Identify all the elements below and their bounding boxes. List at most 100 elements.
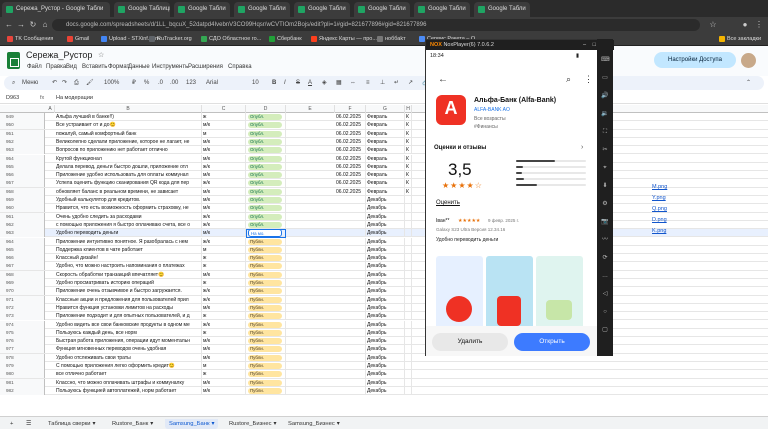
row-number[interactable]: 960 <box>0 204 45 213</box>
row-number[interactable]: 959 <box>0 196 45 204</box>
add-sheet-icon[interactable]: + <box>6 419 17 429</box>
cell-gender[interactable]: ж <box>202 328 246 337</box>
cell-month[interactable]: Декабрь <box>366 362 405 370</box>
developer-link[interactable]: ALFA-BANK AO <box>474 107 510 113</box>
cell-review-text[interactable]: Великолепно сделали приложение, которое … <box>55 137 202 146</box>
cell-gender[interactable]: ж <box>202 279 246 287</box>
shake-icon[interactable]: 〰 <box>601 237 609 243</box>
delete-button[interactable]: Удалить <box>432 333 508 351</box>
row-number[interactable]: 974 <box>0 320 45 329</box>
cell-date[interactable] <box>335 320 366 329</box>
cell-gender[interactable]: м/к <box>202 303 246 312</box>
cell-date[interactable] <box>335 204 366 213</box>
cell-month[interactable]: Декабрь <box>366 237 405 246</box>
bookmark-item[interactable]: Сбербанк <box>268 35 302 44</box>
cell-month[interactable]: Декабрь <box>366 353 405 362</box>
bookmark-item[interactable]: ноббаkт <box>376 35 406 44</box>
row-number[interactable]: 957 <box>0 179 45 188</box>
location-icon[interactable]: ⌖ <box>601 165 609 171</box>
cell-review-text[interactable]: Функция мгновенных переводов очень удобн… <box>55 345 202 354</box>
cell-review-text[interactable]: с помощью приложения я быстро оплачиваю … <box>55 220 202 229</box>
menu-search[interactable]: Меню <box>22 76 38 90</box>
zoom-select[interactable]: 100% <box>104 76 119 90</box>
cell-date[interactable]: 06.02.2025 <box>335 187 366 196</box>
cell-gender[interactable]: м/к <box>202 353 246 362</box>
cell-k[interactable] <box>405 279 412 287</box>
camera-icon[interactable]: 📷 <box>601 219 609 225</box>
cell-month[interactable]: Декабрь <box>366 204 405 213</box>
cell-date[interactable] <box>335 196 366 204</box>
cell-date[interactable]: 06.02.2025 <box>335 162 366 171</box>
cell-date[interactable] <box>335 337 366 346</box>
cell-k[interactable] <box>405 254 412 263</box>
cell-status[interactable]: Опубл. <box>246 212 286 221</box>
cell-date[interactable] <box>335 270 366 279</box>
file-link[interactable]: K.png <box>652 228 666 234</box>
cell-k[interactable] <box>405 320 412 329</box>
cell-date[interactable] <box>335 245 366 254</box>
address-bar[interactable]: docs.google.com/spreadsheets/d/1LL_bqcuX… <box>52 19 700 31</box>
column-header[interactable]: D <box>246 105 286 113</box>
cell-k[interactable] <box>405 303 412 312</box>
cell-k[interactable] <box>405 337 412 346</box>
cell-k[interactable] <box>405 378 412 387</box>
status-chip[interactable]: Публи. <box>248 346 282 353</box>
cell-status[interactable]: Опубл. <box>246 204 286 213</box>
avatar[interactable] <box>741 53 756 68</box>
cell-status[interactable]: Публи. <box>246 270 286 279</box>
cell-month[interactable]: Декабрь <box>366 212 405 221</box>
cell-status[interactable]: Публи. <box>246 370 286 379</box>
percent-icon[interactable]: % <box>144 76 149 90</box>
status-chip[interactable]: Публи. <box>248 371 282 378</box>
cell-review-text[interactable]: Приложение подходит и для опытных пользо… <box>55 312 202 321</box>
align-icon[interactable]: ≡ <box>366 76 370 90</box>
status-chip[interactable]: Публи. <box>248 263 282 270</box>
table-row[interactable]: 967 Удобно, что можно настроить напоминан… <box>0 262 768 271</box>
table-row[interactable]: 953 Вопросов по приложению нет работает о… <box>0 146 768 155</box>
cell-k[interactable] <box>405 353 412 362</box>
menu-item[interactable]: Файл <box>27 64 42 70</box>
row-number[interactable]: 965 <box>0 245 45 254</box>
cell-status[interactable]: Опубл. <box>246 171 286 180</box>
row-number[interactable]: 961 <box>0 212 45 221</box>
ratings-header[interactable]: Оценки и отзывы <box>434 145 486 151</box>
cell-date[interactable]: 06.02.2025 <box>335 171 366 180</box>
cell-status[interactable]: Опубл. <box>246 162 286 171</box>
strikethrough-icon[interactable]: S <box>296 76 300 90</box>
table-row[interactable]: 969 Удобно просматривать историю операций… <box>0 279 768 288</box>
table-row[interactable]: 979 С помощью приложения легко оформить к… <box>0 362 768 371</box>
cell-month[interactable]: Декабрь <box>366 287 405 296</box>
row-number[interactable]: 955 <box>0 162 45 171</box>
row-number[interactable]: 954 <box>0 154 45 163</box>
cell-date[interactable] <box>335 312 366 321</box>
cell-gender[interactable]: м <box>202 362 246 370</box>
row-number[interactable]: 964 <box>0 237 45 246</box>
cell-month[interactable]: Декабрь <box>366 370 405 379</box>
cell-gender[interactable]: м <box>202 245 246 254</box>
cell-gender[interactable]: м/к <box>202 187 246 196</box>
cell-gender[interactable]: м/к <box>202 270 246 279</box>
cell-review-text[interactable]: Альфа лучший в банке!!) <box>55 113 202 121</box>
font-size-input[interactable]: 10 <box>252 76 259 90</box>
file-link[interactable]: Q.png <box>652 206 667 212</box>
cell-gender[interactable]: м/к <box>202 171 246 180</box>
menu-item[interactable]: Формат <box>108 64 129 70</box>
rotate-icon[interactable]: ↗ <box>408 76 413 90</box>
sheets-logo-icon[interactable] <box>7 52 20 69</box>
cell-month[interactable]: Декабрь <box>366 229 405 238</box>
file-link[interactable]: M.png <box>652 184 667 190</box>
table-row[interactable]: 968 Скорость обработки транзакций впечатл… <box>0 270 768 279</box>
row-number[interactable]: 967 <box>0 262 45 271</box>
cell-month[interactable]: Февраль <box>366 187 405 196</box>
cell-date[interactable] <box>335 287 366 296</box>
document-title[interactable]: Сережа_Рустор <box>26 50 92 60</box>
cell-k[interactable] <box>405 287 412 296</box>
cell-date[interactable]: 06.02.2025 <box>335 113 366 121</box>
row-number[interactable]: 952 <box>0 137 45 146</box>
cell-status[interactable]: Опубл. <box>246 179 286 188</box>
status-chip[interactable]: Публи. <box>248 296 282 303</box>
cell-status[interactable]: Опубл. <box>246 187 286 196</box>
cell-date[interactable]: 06.02.2025 <box>335 137 366 146</box>
recent-nav-icon[interactable]: ▢ <box>601 327 609 333</box>
currency-icon[interactable]: ₽ <box>132 76 136 90</box>
